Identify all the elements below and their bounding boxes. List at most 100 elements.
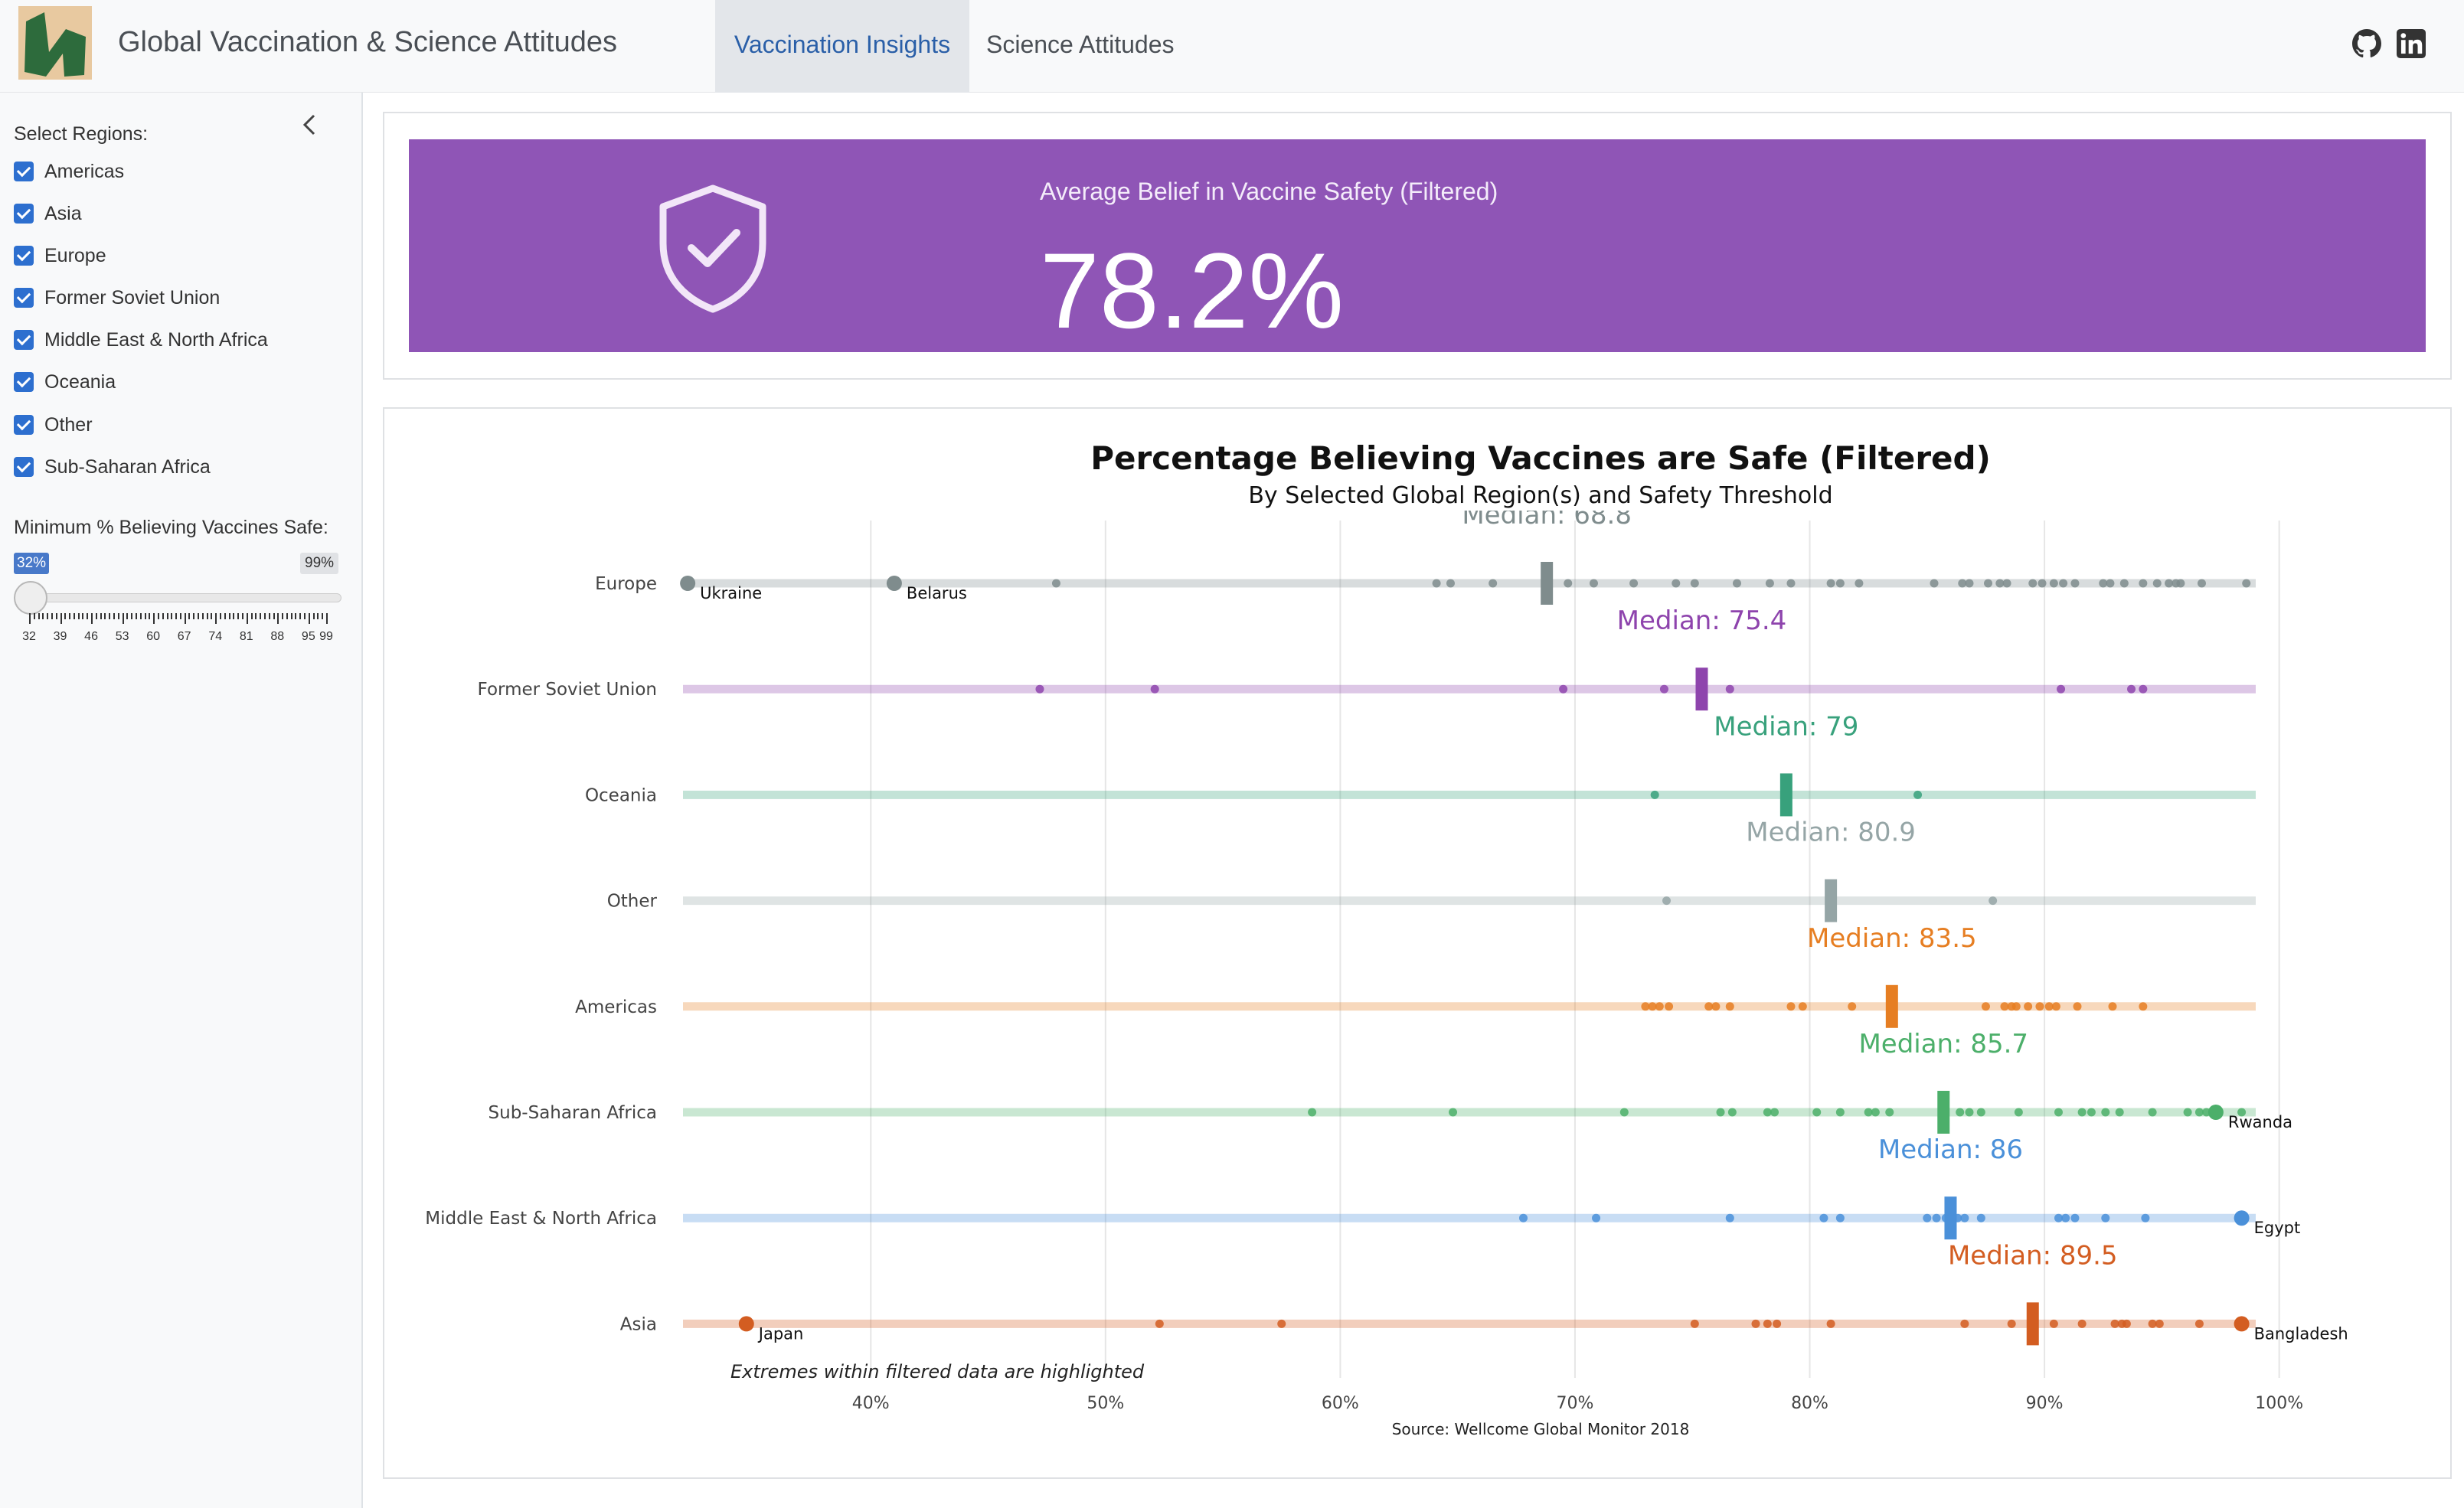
slider-tick <box>117 613 119 619</box>
slider-tick <box>228 613 230 619</box>
slider-tick <box>193 613 195 619</box>
slider-tick <box>162 613 164 619</box>
slider-tick <box>308 613 310 624</box>
slider-tick <box>77 613 80 619</box>
slider-tick <box>126 613 129 619</box>
slider-min-value: 32% <box>14 553 50 574</box>
region-checkbox-europe[interactable]: Europe <box>14 243 106 269</box>
slider-tick <box>42 613 44 619</box>
checkbox-checked-icon[interactable] <box>14 372 34 392</box>
slider-tick <box>131 613 133 619</box>
chart-card <box>383 407 2452 1479</box>
slider-tick <box>198 613 200 619</box>
sidebar: Select Regions: Americas Asia Europe For… <box>0 93 363 1508</box>
checkbox-checked-icon[interactable] <box>14 204 34 224</box>
slider-tick <box>139 613 142 619</box>
app-logo <box>18 6 92 80</box>
checkbox-checked-icon[interactable] <box>14 162 34 181</box>
region-label: Other <box>44 413 93 436</box>
slider-tick <box>87 613 89 619</box>
region-checkbox-former-soviet-union[interactable]: Former Soviet Union <box>14 285 220 311</box>
slider-tick <box>100 613 102 619</box>
linkedin-icon[interactable] <box>2397 29 2426 58</box>
tab-vaccination-insights[interactable]: Vaccination Insights <box>715 0 969 93</box>
slider-tick-label: 67 <box>177 630 191 643</box>
region-checkbox-mena[interactable]: Middle East & North Africa <box>14 327 268 353</box>
slider-tick <box>255 613 257 619</box>
slider-tick <box>29 613 31 624</box>
app-title: Global Vaccination & Science Attitudes <box>118 26 618 58</box>
slider-tick-label: 95 <box>301 630 315 643</box>
slider-tick <box>201 613 204 619</box>
slider-tick <box>233 613 235 619</box>
checkbox-checked-icon[interactable] <box>14 415 34 435</box>
slider-tick <box>184 613 186 624</box>
slider-tick <box>153 613 155 624</box>
slider-tick <box>241 613 243 619</box>
slider-tick <box>250 613 253 619</box>
slider-tick <box>113 613 116 619</box>
slider-tick <box>299 613 302 619</box>
slider-tick <box>135 613 137 619</box>
slider-tick <box>290 613 292 619</box>
slider-tick <box>175 613 178 619</box>
slider-track[interactable] <box>29 593 341 602</box>
slider-tick <box>51 613 53 619</box>
slider-tick <box>171 613 173 619</box>
slider-tick-label: 60 <box>146 630 161 643</box>
slider-tick-label: 99 <box>319 630 333 643</box>
slider-tick <box>263 613 266 619</box>
checkbox-checked-icon[interactable] <box>14 330 34 350</box>
slider-tick <box>277 613 279 624</box>
slider-tick <box>237 613 240 619</box>
checkbox-checked-icon[interactable] <box>14 457 34 477</box>
region-checkbox-other[interactable]: Other <box>14 412 93 438</box>
slider-tick <box>260 613 262 619</box>
region-checkbox-sub-saharan-africa[interactable]: Sub-Saharan Africa <box>14 454 211 480</box>
slider-tick <box>188 613 191 619</box>
slider-tick <box>33 613 35 619</box>
github-icon[interactable] <box>2352 29 2381 58</box>
slider-tick-label: 32 <box>22 630 36 643</box>
slider-tick <box>157 613 159 619</box>
slider-tick <box>220 613 221 619</box>
slider-tick <box>47 613 49 619</box>
slider-handle[interactable] <box>14 581 47 615</box>
region-checkbox-oceania[interactable]: Oceania <box>14 369 116 395</box>
tab-science-attitudes[interactable]: Science Attitudes <box>968 0 1192 93</box>
slider-tick-label: 81 <box>239 630 253 643</box>
slider-tick-label: 39 <box>53 630 67 643</box>
slider-tick <box>104 613 106 619</box>
slider-label: Minimum % Believing Vaccines Safe: <box>14 517 328 538</box>
slider-max-value: 99% <box>300 553 339 574</box>
slider-tick <box>304 613 306 619</box>
region-checkbox-americas[interactable]: Americas <box>14 158 124 184</box>
slider-tick <box>224 613 226 619</box>
slider-tick <box>206 613 208 619</box>
collapse-sidebar-icon[interactable] <box>299 109 322 140</box>
slider-tick-label: 74 <box>208 630 223 643</box>
slider-tick <box>273 613 275 619</box>
slider-tick <box>73 613 75 619</box>
slider-tick <box>122 613 124 624</box>
slider-tick <box>55 613 57 619</box>
slider-tick-label: 88 <box>270 630 285 643</box>
slider-tick-label: 46 <box>84 630 98 643</box>
slider-tick <box>109 613 111 619</box>
value-box: Average Belief in Vaccine Safety (Filter… <box>409 139 2426 352</box>
slider-tick <box>295 613 297 619</box>
slider-tick <box>38 613 40 619</box>
slider-tick <box>166 613 168 619</box>
slider-tick <box>326 613 328 624</box>
checkbox-checked-icon[interactable] <box>14 246 34 266</box>
region-checkbox-asia[interactable]: Asia <box>14 201 82 227</box>
slider-tick <box>144 613 146 619</box>
region-label: Former Soviet Union <box>44 286 221 308</box>
slider-tick <box>286 613 288 619</box>
slider-tick <box>82 613 84 619</box>
slider-tick <box>312 613 315 619</box>
value-box-title: Average Belief in Vaccine Safety (Filter… <box>1040 178 1498 205</box>
slider-tick <box>211 613 213 619</box>
region-label: Oceania <box>44 370 116 393</box>
checkbox-checked-icon[interactable] <box>14 288 34 308</box>
